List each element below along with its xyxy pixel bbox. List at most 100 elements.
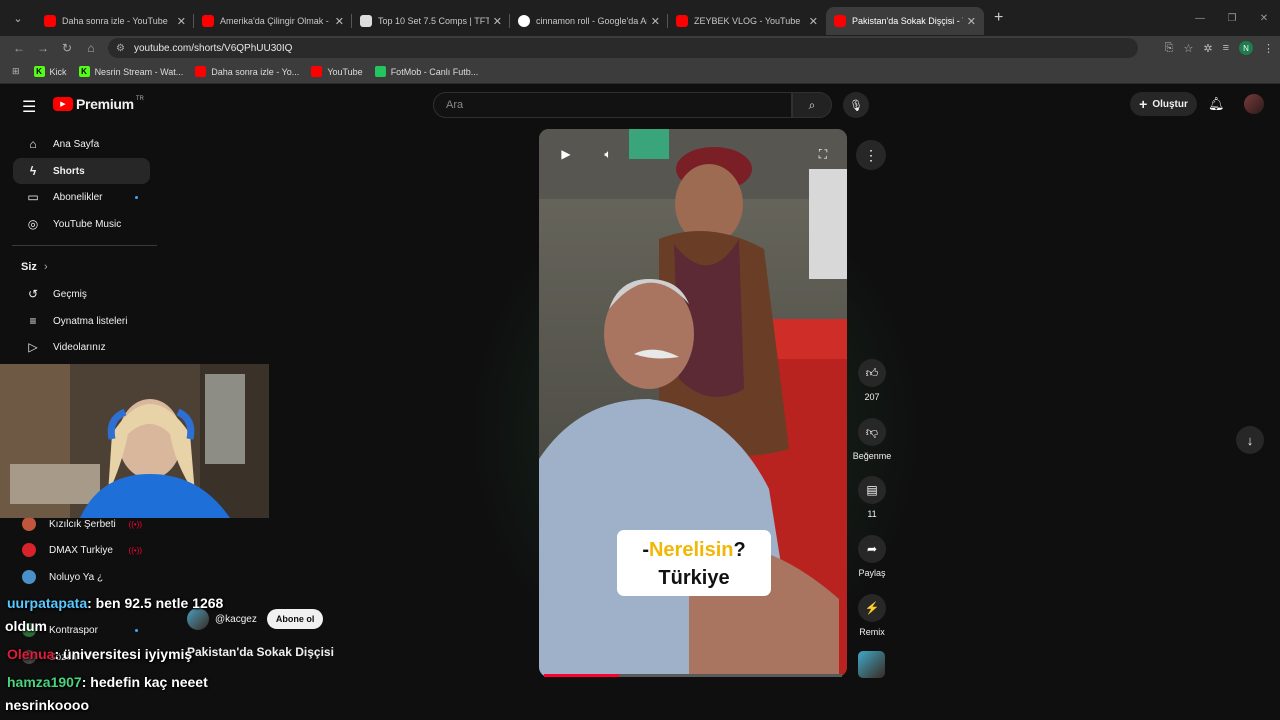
- sidebar-subscription-item[interactable]: Noluyo Ya ¿: [13, 564, 150, 590]
- video-progress-bar[interactable]: [544, 674, 842, 677]
- close-tab-icon[interactable]: ✕: [967, 15, 976, 28]
- browser-tab[interactable]: cinnamon roll - Google'da Ara ✕: [510, 7, 668, 35]
- more-options-button[interactable]: ⋮: [856, 140, 886, 170]
- like-action[interactable]: 👍︎ 207: [851, 359, 893, 402]
- sidebar-you-heading[interactable]: Siz ›: [21, 261, 48, 273]
- notifications-bell-icon[interactable]: 🔔︎: [1208, 96, 1225, 112]
- browser-tab[interactable]: Top 10 Set 7.5 Comps | TFT Set ✕: [352, 7, 510, 35]
- shorts-icon: ϟ: [29, 164, 37, 178]
- channel-avatar[interactable]: [187, 608, 209, 630]
- search-input[interactable]: Ara: [433, 92, 792, 118]
- sidebar-item-home[interactable]: ⌂ Ana Sayfa: [13, 131, 150, 157]
- channel-avatar: [22, 570, 36, 584]
- forward-icon[interactable]: →: [31, 41, 55, 55]
- like-button[interactable]: 👍︎: [858, 359, 886, 387]
- back-icon[interactable]: ←: [7, 41, 31, 55]
- menu-icon[interactable]: ⋮: [1263, 42, 1274, 55]
- sidebar-item-shorts[interactable]: ϟ Shorts: [13, 158, 150, 184]
- browser-tab[interactable]: ZEYBEK VLOG - YouTube ✕: [668, 7, 826, 35]
- youtube-premium-logo[interactable]: ▶ Premium TR: [53, 96, 144, 112]
- next-short-button[interactable]: ↓: [1236, 426, 1264, 454]
- install-icon[interactable]: ⎘: [1165, 42, 1174, 55]
- sidebar-subscription-item[interactable]: DMAX Turkiye ((•)): [13, 537, 150, 563]
- bookmark-label: FotMob - Canlı Futb...: [390, 66, 479, 77]
- restore-icon[interactable]: ❐: [1216, 13, 1248, 24]
- sidebar-item-your-videos[interactable]: ▷ Videolarınız: [13, 334, 150, 360]
- home-icon: ⌂: [29, 137, 37, 151]
- site-info-icon[interactable]: ⚙: [116, 43, 125, 54]
- channel-handle[interactable]: @kacgez: [215, 614, 257, 625]
- logo-region: TR: [135, 96, 144, 102]
- apps-grid-icon[interactable]: ⊞: [12, 66, 20, 77]
- bookmark-item[interactable]: FotMob - Canlı Futb...: [374, 66, 479, 77]
- bookmark-label: Nesrin Stream - Wat...: [94, 66, 184, 77]
- sidebar-item-playlists[interactable]: ≡ Oynatma listeleri: [13, 308, 150, 334]
- channel-thumbnail[interactable]: [858, 651, 885, 678]
- chat-text: : ben 92.5 netle 1268: [87, 595, 224, 611]
- share-action[interactable]: ➦ Paylaş: [851, 535, 893, 578]
- new-tab-icon[interactable]: +: [994, 9, 1003, 27]
- remix-button[interactable]: ⚡: [858, 594, 886, 622]
- subscribe-button[interactable]: Abone ol: [266, 609, 324, 629]
- url-field[interactable]: ⚙ youtube.com/shorts/V6QPhUU30IQ: [108, 38, 1138, 58]
- close-tab-icon[interactable]: ✕: [809, 15, 818, 28]
- bookmark-item[interactable]: K Kick: [33, 66, 67, 77]
- youtube-icon: [44, 15, 56, 27]
- more-vert-icon: ⋮: [864, 146, 878, 163]
- video-title[interactable]: Pakistan'da Sokak Dişçisi: [187, 645, 334, 659]
- share-icon: ➦: [866, 542, 878, 556]
- create-label: Oluştur: [1152, 98, 1188, 110]
- browser-tab[interactable]: Amerika'da Çilingir Olmak - @K ✕: [194, 7, 352, 35]
- reload-icon[interactable]: ↻: [55, 41, 79, 55]
- address-bar-row: ← → ↻ ⌂ ⚙ youtube.com/shorts/V6QPhUU30IQ…: [0, 36, 1280, 60]
- mute-button[interactable]: 🔈︎: [595, 141, 621, 167]
- chat-text: nesrinkoooo: [5, 697, 90, 713]
- sidebar-item-subscriptions[interactable]: ▭ Abonelikler: [13, 184, 150, 210]
- minimize-icon[interactable]: —: [1184, 13, 1216, 24]
- dislike-button[interactable]: 👎︎: [858, 418, 886, 446]
- close-tab-icon[interactable]: ✕: [493, 15, 502, 28]
- hamburger-menu-icon[interactable]: ☰: [22, 97, 36, 117]
- new-content-dot: [135, 195, 138, 199]
- fotmob-icon: [374, 66, 386, 77]
- remix-action[interactable]: ⚡ Remix: [851, 594, 893, 637]
- dislike-action[interactable]: 👎︎ Beğenme: [851, 418, 893, 461]
- share-button[interactable]: ➦: [858, 535, 886, 563]
- close-tab-icon[interactable]: ✕: [651, 15, 660, 28]
- tab-search-icon[interactable]: ⌄: [0, 0, 36, 36]
- subscriptions-icon: ▭: [27, 190, 39, 204]
- bookmark-star-icon[interactable]: ☆: [1183, 42, 1193, 55]
- close-window-icon[interactable]: ✕: [1248, 13, 1280, 24]
- comment-count: 11: [867, 509, 877, 519]
- bookmark-item[interactable]: YouTube: [311, 66, 363, 77]
- media-icon[interactable]: ≡: [1223, 42, 1229, 54]
- browser-tab-active[interactable]: Pakistan'da Sokak Dişçisi - YouT ✕: [826, 7, 984, 35]
- thumbs-down-icon: 👎︎: [865, 424, 879, 439]
- like-count: 207: [864, 392, 880, 402]
- close-tab-icon[interactable]: ✕: [335, 15, 344, 28]
- profile-avatar[interactable]: N: [1239, 41, 1253, 55]
- comments-action[interactable]: ▤ 11: [851, 476, 893, 519]
- browser-tab-bar: ⌄ Daha sonra izle - YouTube ✕ Amerika'da…: [0, 0, 1280, 36]
- voice-search-button[interactable]: 🎙︎: [843, 92, 869, 118]
- search-button[interactable]: ⌕: [792, 92, 832, 118]
- bookmarks-bar: ⊞ K Kick K Nesrin Stream - Wat... Daha son…: [0, 60, 1280, 84]
- extensions-icon[interactable]: ✲: [1203, 42, 1212, 55]
- comments-button[interactable]: ▤: [858, 476, 886, 504]
- comment-icon: ▤: [866, 483, 878, 497]
- chat-username: uurpatapata: [7, 595, 88, 611]
- browser-tab[interactable]: Daha sonra izle - YouTube ✕: [36, 7, 194, 35]
- home-icon[interactable]: ⌂: [79, 41, 103, 55]
- sidebar-item-music[interactable]: ◎ YouTube Music: [13, 211, 150, 237]
- bookmark-item[interactable]: K Nesrin Stream - Wat...: [78, 66, 184, 77]
- sidebar-item-history[interactable]: ↺ Geçmiş: [13, 281, 150, 307]
- caption-word: Nerelisin: [648, 539, 734, 561]
- caption-line-1: -Nerelisin?: [617, 536, 771, 564]
- bookmark-item[interactable]: Daha sonra izle - Yo...: [195, 66, 299, 77]
- play-pause-button[interactable]: ▶: [553, 141, 579, 167]
- close-tab-icon[interactable]: ✕: [177, 15, 186, 28]
- playlist-icon: ≡: [29, 314, 37, 328]
- create-button[interactable]: + Oluştur: [1130, 92, 1197, 116]
- account-avatar[interactable]: [1244, 94, 1264, 114]
- fullscreen-button[interactable]: ⛶: [810, 141, 836, 167]
